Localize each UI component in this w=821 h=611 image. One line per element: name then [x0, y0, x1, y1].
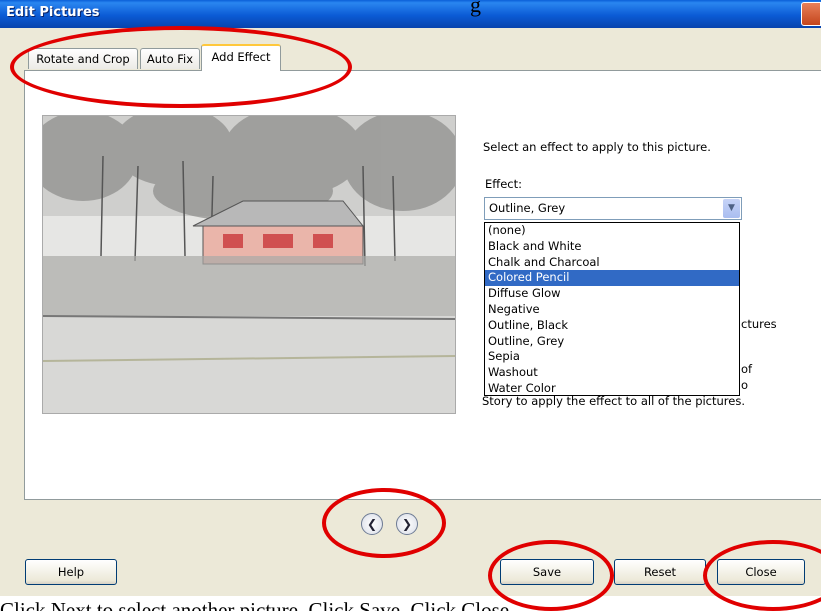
effect-select[interactable]: Outline, Grey ▼ — [484, 197, 742, 220]
tab-rotate-and-crop[interactable]: Rotate and Crop — [28, 48, 138, 69]
chevron-down-icon[interactable]: ▼ — [723, 199, 740, 218]
effect-option[interactable]: Water Color — [485, 381, 739, 397]
chevron-left-icon: ❮ — [366, 517, 378, 531]
effect-option[interactable]: Black and White — [485, 239, 739, 255]
title-bar: Edit Pictures — [0, 0, 821, 28]
document-caption: Click Next to select another picture. Cl… — [0, 596, 821, 611]
document-heading-fragment: g — [470, 0, 481, 17]
effect-select-value: Outline, Grey — [489, 201, 566, 215]
close-button[interactable]: Close — [717, 559, 805, 585]
window-title: Edit Pictures — [6, 5, 100, 20]
tab-add-effect[interactable]: Add Effect — [201, 44, 281, 71]
save-button[interactable]: Save — [500, 559, 594, 585]
effect-option[interactable]: Diffuse Glow — [485, 286, 739, 302]
effect-option[interactable]: Sepia — [485, 349, 739, 365]
help-button[interactable]: Help — [25, 559, 117, 585]
reset-button[interactable]: Reset — [614, 559, 706, 585]
effect-dropdown-list[interactable]: (none) Black and White Chalk and Charcoa… — [484, 222, 740, 396]
partially-hidden-text: o — [741, 378, 749, 392]
effect-option[interactable]: Outline, Black — [485, 318, 739, 334]
instruction-text: Select an effect to apply to this pictur… — [483, 140, 711, 154]
effect-option[interactable]: Chalk and Charcoal — [485, 255, 739, 271]
sketch-house-image — [43, 116, 455, 413]
effect-option[interactable]: Washout — [485, 365, 739, 381]
effect-option[interactable]: (none) — [485, 223, 739, 239]
effect-label: Effect: — [485, 177, 522, 191]
effect-option[interactable]: Outline, Grey — [485, 334, 739, 350]
partially-hidden-text: ctures — [741, 317, 777, 331]
picture-preview — [42, 115, 456, 414]
window-close-icon[interactable] — [801, 2, 821, 26]
effect-option[interactable]: Negative — [485, 302, 739, 318]
previous-picture-button[interactable]: ❮ — [361, 513, 383, 535]
edit-pictures-dialog: Edit Pictures g Rotate and Crop Auto Fix… — [0, 0, 821, 611]
chevron-right-icon: ❯ — [401, 517, 413, 531]
next-picture-button[interactable]: ❯ — [396, 513, 418, 535]
partially-hidden-text: of — [741, 362, 753, 376]
tab-auto-fix[interactable]: Auto Fix — [140, 48, 200, 69]
effect-option-highlighted[interactable]: Colored Pencil — [485, 270, 739, 287]
